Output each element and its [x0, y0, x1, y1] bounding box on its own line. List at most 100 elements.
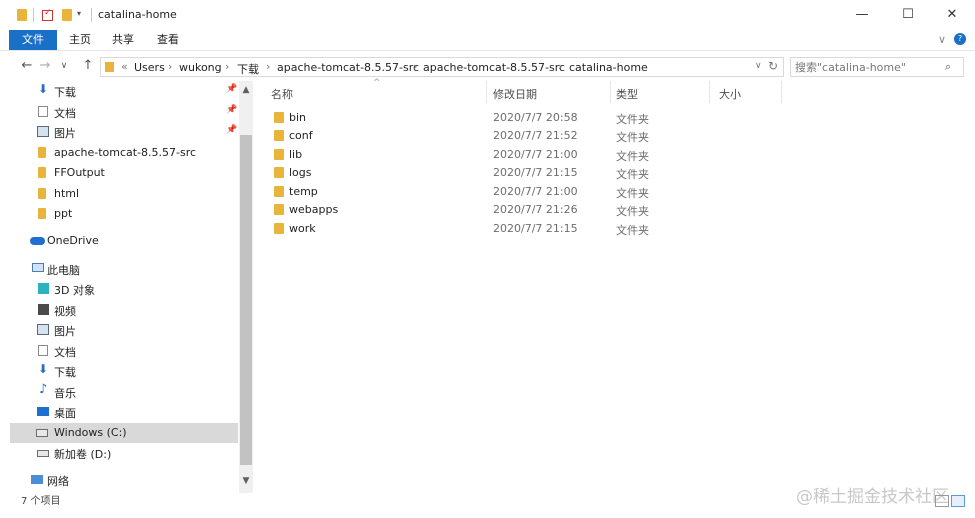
- folder-icon: [274, 112, 284, 123]
- nav-item-pictures[interactable]: 图片 📌: [0, 122, 238, 142]
- address-row: ← → ∨ ↑ « Users › wukong › 下载 › apache-t…: [0, 53, 975, 79]
- breadcrumb-wukong[interactable]: wukong: [179, 61, 222, 74]
- scroll-thumb[interactable]: [240, 135, 252, 465]
- drive-icon: [37, 450, 49, 457]
- nav-item-ppt[interactable]: ppt: [0, 204, 238, 224]
- column-divider[interactable]: [486, 81, 487, 103]
- column-divider[interactable]: [709, 81, 710, 103]
- maximize-button[interactable]: ☐: [885, 0, 931, 30]
- nav-item-ffoutput[interactable]: FFOutput: [0, 163, 238, 183]
- nav-item-3d-objects[interactable]: 3D 对象: [0, 279, 238, 299]
- large-icons-view-icon[interactable]: [951, 495, 965, 507]
- tab-view[interactable]: 查看: [151, 30, 185, 50]
- window-title: catalina-home: [98, 8, 177, 21]
- watermark: @稀土掘金技术社区: [796, 487, 949, 507]
- close-button[interactable]: ✕: [929, 0, 975, 30]
- search-icon[interactable]: ⌕: [945, 60, 951, 74]
- file-row[interactable]: work 2020/7/7 21:15 文件夹: [262, 220, 782, 238]
- column-header-name[interactable]: 名称: [271, 86, 293, 102]
- picture-icon: [37, 126, 49, 137]
- folder-icon: [38, 208, 46, 219]
- properties-check-icon[interactable]: ✓: [42, 8, 53, 21]
- title-bar: ✓ ▾ catalina-home — ☐ ✕: [0, 0, 975, 30]
- column-header-type[interactable]: 类型: [616, 86, 638, 102]
- breadcrumb-tomcat-src-inner[interactable]: apache-tomcat-8.5.57-src: [423, 61, 565, 74]
- refresh-icon[interactable]: ↻: [768, 59, 778, 73]
- address-history-icon[interactable]: ∨: [755, 61, 762, 71]
- breadcrumb-separator[interactable]: ›: [225, 60, 229, 73]
- breadcrumb-users[interactable]: Users: [134, 61, 165, 74]
- document-icon: [38, 345, 48, 356]
- folder-icon: [274, 223, 284, 234]
- tab-home[interactable]: 主页: [63, 30, 97, 50]
- nav-item-tomcat-src[interactable]: apache-tomcat-8.5.57-src: [0, 143, 238, 163]
- column-header-size[interactable]: 大小: [719, 86, 741, 102]
- nav-item-videos[interactable]: 视频: [0, 300, 238, 320]
- breadcrumb-separator[interactable]: ›: [266, 60, 270, 73]
- up-arrow-icon[interactable]: ↑: [80, 57, 96, 75]
- download-arrow-icon: ⬇: [38, 362, 49, 376]
- breadcrumb-downloads[interactable]: 下载: [237, 61, 259, 77]
- customize-quick-access-icon[interactable]: ▾: [77, 9, 87, 21]
- file-row[interactable]: logs 2020/7/7 21:15 文件夹: [262, 164, 782, 182]
- scroll-down-icon[interactable]: ▼: [239, 474, 253, 488]
- pin-icon[interactable]: 📌: [226, 125, 237, 135]
- nav-item-pictures-pc[interactable]: 图片: [0, 320, 238, 340]
- file-row[interactable]: conf 2020/7/7 21:52 文件夹: [262, 127, 782, 145]
- breadcrumb-catalina-home[interactable]: catalina-home: [569, 61, 648, 74]
- file-row[interactable]: webapps 2020/7/7 21:26 文件夹: [262, 201, 782, 219]
- file-row[interactable]: bin 2020/7/7 20:58 文件夹: [262, 109, 782, 127]
- nav-item-downloads[interactable]: ⬇ 下载 📌: [0, 81, 238, 101]
- nav-item-documents-pc[interactable]: 文档: [0, 341, 238, 361]
- tab-file[interactable]: 文件: [9, 30, 57, 50]
- folder-icon: [274, 130, 284, 141]
- search-input[interactable]: [795, 60, 935, 74]
- cube-3d-icon: [38, 283, 49, 294]
- nav-item-html[interactable]: html: [0, 184, 238, 204]
- help-icon[interactable]: ?: [954, 33, 966, 45]
- file-row[interactable]: temp 2020/7/7 21:00 文件夹: [262, 183, 782, 201]
- folder-icon: [274, 186, 284, 197]
- sort-up-icon: ^: [373, 78, 381, 88]
- navigation-pane: ⬇ 下载 📌 文档 📌 图片 📌 apache-tomcat-8.5.57-sr…: [0, 81, 253, 493]
- breadcrumb-separator[interactable]: ›: [168, 60, 172, 73]
- breadcrumb-separator[interactable]: ›: [413, 60, 417, 73]
- breadcrumb-separator[interactable]: ›: [558, 60, 562, 73]
- nav-item-new-volume-d[interactable]: 新加卷 (D:): [0, 443, 238, 463]
- nav-item-music[interactable]: ♪ 音乐: [0, 382, 238, 402]
- pin-icon[interactable]: 📌: [226, 84, 237, 94]
- folder-icon: [105, 62, 114, 72]
- network-icon: [31, 475, 43, 484]
- column-header-modified[interactable]: 修改日期: [493, 86, 537, 102]
- download-arrow-icon: ⬇: [38, 82, 49, 96]
- column-divider[interactable]: [610, 81, 611, 103]
- nav-item-desktop[interactable]: 桌面: [0, 402, 238, 422]
- nav-item-network[interactable]: 网络: [0, 470, 238, 490]
- tab-share[interactable]: 共享: [106, 30, 140, 50]
- address-bar[interactable]: « Users › wukong › 下载 › apache-tomcat-8.…: [100, 57, 784, 77]
- folder-icon: [274, 149, 284, 160]
- nav-item-documents[interactable]: 文档 📌: [0, 102, 238, 122]
- column-divider[interactable]: [781, 81, 782, 103]
- nav-item-this-pc[interactable]: 此电脑: [0, 259, 238, 279]
- search-box[interactable]: ⌕: [790, 57, 964, 77]
- nav-item-onedrive[interactable]: OneDrive: [0, 231, 238, 251]
- overflow-chevron[interactable]: «: [121, 60, 128, 73]
- minimize-button[interactable]: —: [839, 0, 885, 30]
- scroll-up-icon[interactable]: ▲: [239, 83, 253, 97]
- breadcrumb-tomcat-src[interactable]: apache-tomcat-8.5.57-src: [277, 61, 419, 74]
- nav-item-windows-c[interactable]: Windows (C:): [10, 423, 238, 443]
- folder-icon: [274, 204, 284, 215]
- recent-locations-icon[interactable]: ∨: [56, 57, 72, 75]
- back-arrow-icon[interactable]: ←: [19, 57, 35, 75]
- nav-item-downloads-pc[interactable]: ⬇ 下载: [0, 361, 238, 381]
- ribbon-tabs: 文件 主页 共享 查看 ∨ ?: [0, 30, 975, 51]
- picture-icon: [37, 324, 49, 335]
- forward-arrow-icon[interactable]: →: [37, 57, 53, 75]
- pin-icon[interactable]: 📌: [226, 105, 237, 115]
- new-folder-icon[interactable]: [62, 9, 72, 21]
- computer-icon: [32, 263, 44, 272]
- chevron-down-icon[interactable]: ∨: [935, 30, 949, 50]
- file-row[interactable]: lib 2020/7/7 21:00 文件夹: [262, 146, 782, 164]
- details-view-icon[interactable]: [935, 495, 949, 507]
